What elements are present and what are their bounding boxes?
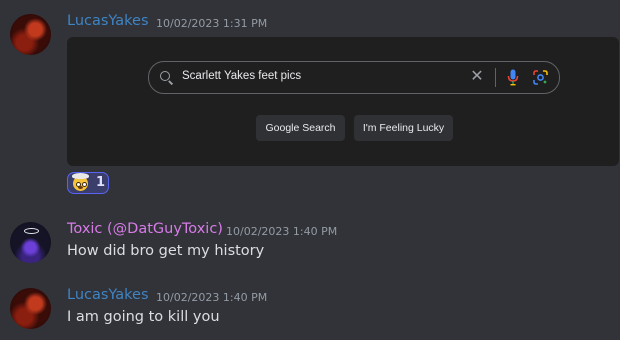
timestamp: 10/02/2023 1:40 PM [226,225,338,238]
google-lens-icon [533,70,548,85]
divider [495,68,496,87]
username[interactable]: Toxic (@DatGuyToxic) [67,221,223,237]
username[interactable]: LucasYakes [67,287,149,303]
username[interactable]: LucasYakes [67,13,149,29]
message: Toxic (@DatGuyToxic) 10/02/2023 1:40 PM … [0,218,620,270]
avatar[interactable] [10,222,51,263]
message-content: How did bro get my history [67,243,265,259]
exploding-head-icon [72,173,89,191]
search-icon [160,71,170,81]
microphone-icon [507,69,519,86]
reaction-button[interactable]: 1 [67,172,109,194]
image-attachment[interactable]: Scarlett Yakes feet pics ✕ Google Search… [67,37,619,166]
reaction-count: 1 [96,175,106,190]
halo-icon [24,228,39,234]
google-search-button: Google Search [256,115,345,141]
avatar[interactable] [10,288,51,329]
timestamp: 10/02/2023 1:40 PM [156,291,268,304]
timestamp: 10/02/2023 1:31 PM [156,17,268,30]
avatar[interactable] [10,14,51,55]
message: LucasYakes 10/02/2023 1:31 PM Scarlett Y… [0,0,620,200]
feeling-lucky-button: I'm Feeling Lucky [354,115,453,141]
message-content: I am going to kill you [67,309,220,325]
search-query: Scarlett Yakes feet pics [182,70,302,82]
google-search-bar: Scarlett Yakes feet pics ✕ [148,61,560,94]
message: LucasYakes 10/02/2023 1:40 PM I am going… [0,284,620,340]
close-icon: ✕ [470,66,484,85]
